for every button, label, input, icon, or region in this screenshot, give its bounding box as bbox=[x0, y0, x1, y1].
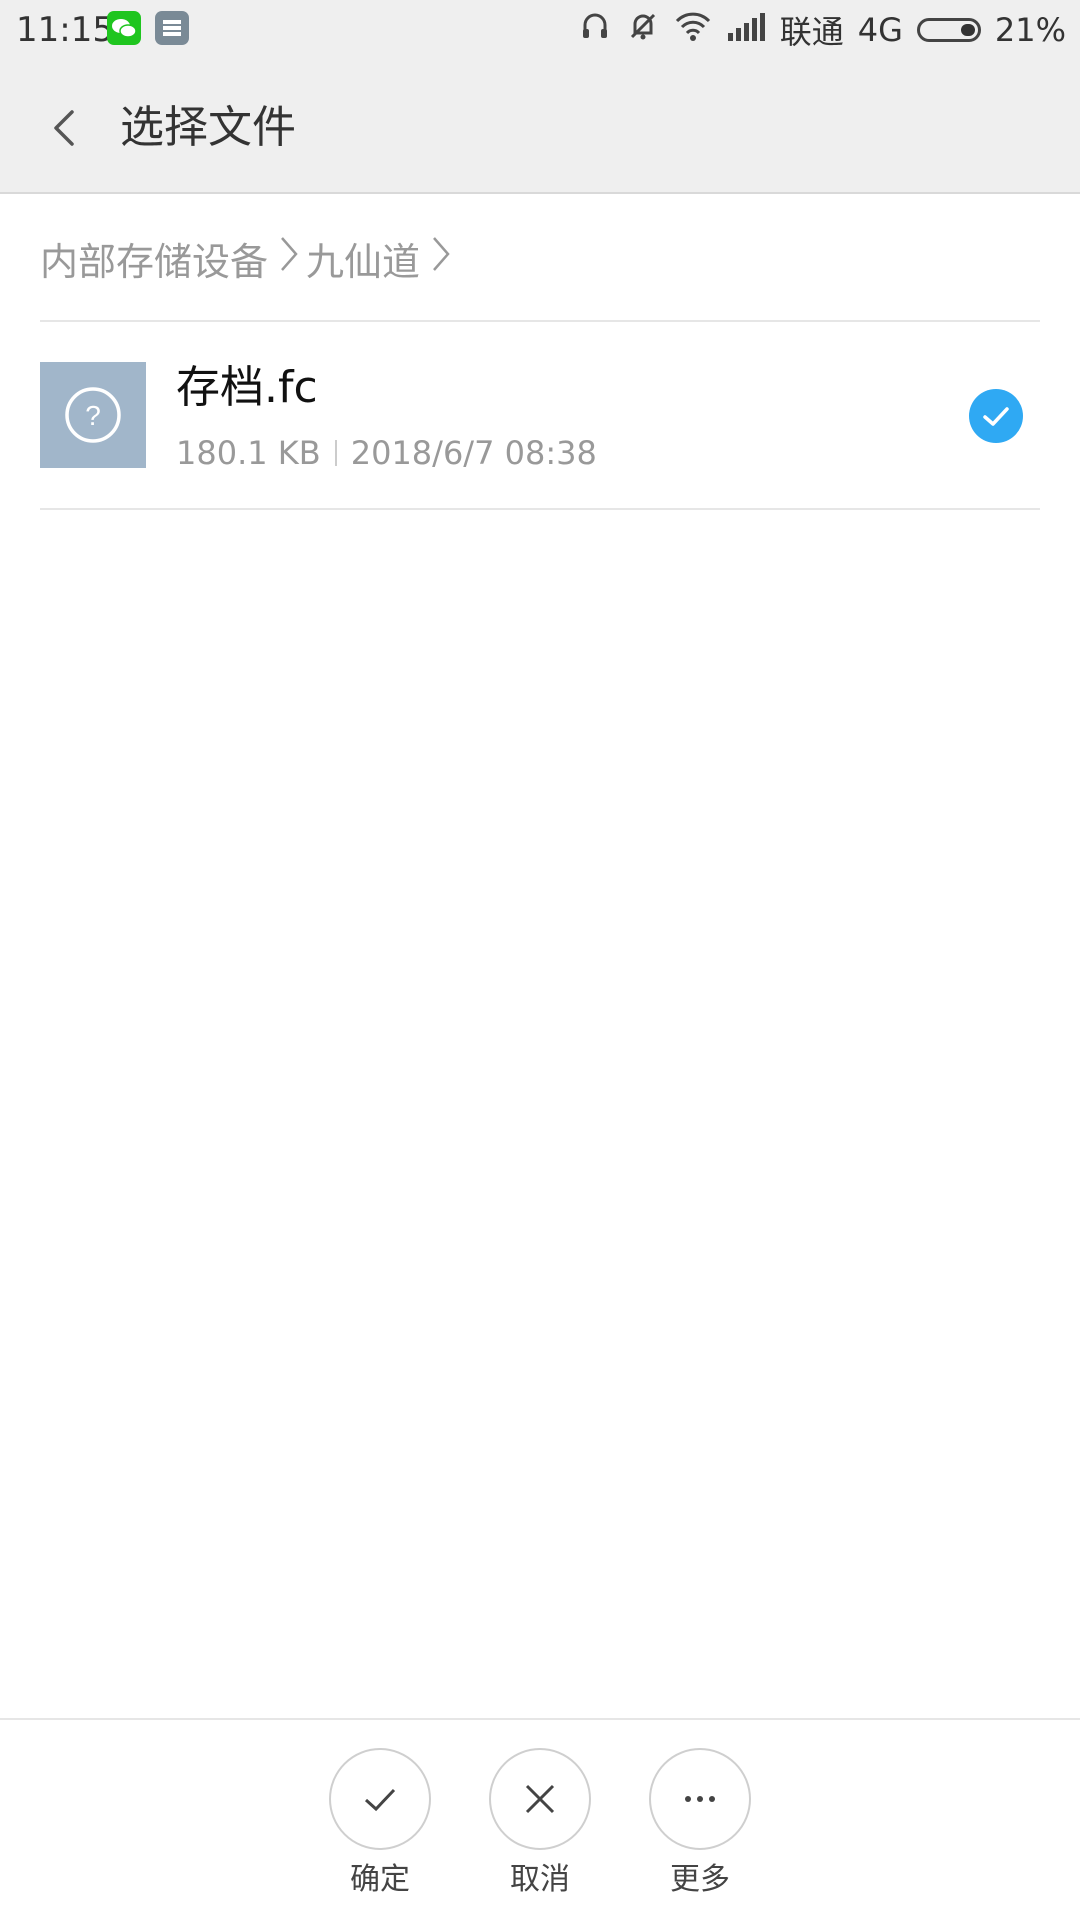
network-label: 4G bbox=[857, 11, 903, 49]
file-name: 存档.fc bbox=[176, 362, 318, 413]
cancel-button[interactable]: 取消 bbox=[485, 1748, 595, 1900]
back-arrow-icon[interactable] bbox=[38, 100, 94, 156]
battery-percent: 21% bbox=[994, 11, 1066, 49]
mute-icon bbox=[626, 9, 660, 51]
selected-check-icon[interactable] bbox=[968, 388, 1024, 444]
status-time: 11:15 bbox=[16, 10, 114, 50]
confirm-button[interactable]: 确定 bbox=[325, 1748, 435, 1900]
more-button[interactable]: 更多 bbox=[645, 1748, 755, 1900]
wifi-icon bbox=[674, 9, 712, 51]
svg-text:?: ? bbox=[85, 400, 101, 431]
close-icon bbox=[489, 1748, 591, 1850]
bottom-action-bar: 确定 取消 更多 bbox=[0, 1718, 1080, 1920]
page-title: 选择文件 bbox=[120, 102, 296, 153]
file-date: 2018/6/7 08:38 bbox=[350, 434, 597, 472]
file-meta: 180.1 KB 2018/6/7 08:38 bbox=[176, 432, 597, 474]
status-right: 联通 4G 21% bbox=[578, 8, 1066, 52]
cancel-label: 取消 bbox=[510, 1862, 570, 1897]
more-label: 更多 bbox=[670, 1862, 730, 1897]
battery-icon bbox=[916, 18, 981, 42]
title-bar: 选择文件 bbox=[0, 62, 1080, 194]
breadcrumb: 内部存储设备 九仙道 bbox=[40, 230, 458, 286]
carrier-label: 联通 bbox=[779, 13, 844, 51]
more-icon bbox=[649, 1748, 751, 1850]
breadcrumb-item-folder[interactable]: 九仙道 bbox=[306, 231, 420, 286]
chevron-right-icon bbox=[278, 234, 300, 283]
unknown-file-icon: ? bbox=[40, 362, 146, 468]
breadcrumb-item-internal-storage[interactable]: 内部存储设备 bbox=[40, 231, 268, 286]
wechat-icon bbox=[107, 11, 141, 45]
status-bar: 11:15 联通 4G 21% bbox=[0, 0, 1080, 62]
list-item[interactable]: ? 存档.fc 180.1 KB 2018/6/7 08:38 bbox=[0, 322, 1080, 510]
divider bbox=[40, 508, 1040, 510]
confirm-label: 确定 bbox=[350, 1862, 410, 1897]
file-size: 180.1 KB bbox=[176, 434, 321, 472]
check-icon bbox=[329, 1748, 431, 1850]
storage-app-icon bbox=[155, 11, 189, 45]
meta-separator bbox=[334, 440, 337, 466]
chevron-right-icon bbox=[430, 234, 452, 283]
headset-icon bbox=[578, 9, 612, 51]
signal-icon bbox=[726, 9, 766, 51]
